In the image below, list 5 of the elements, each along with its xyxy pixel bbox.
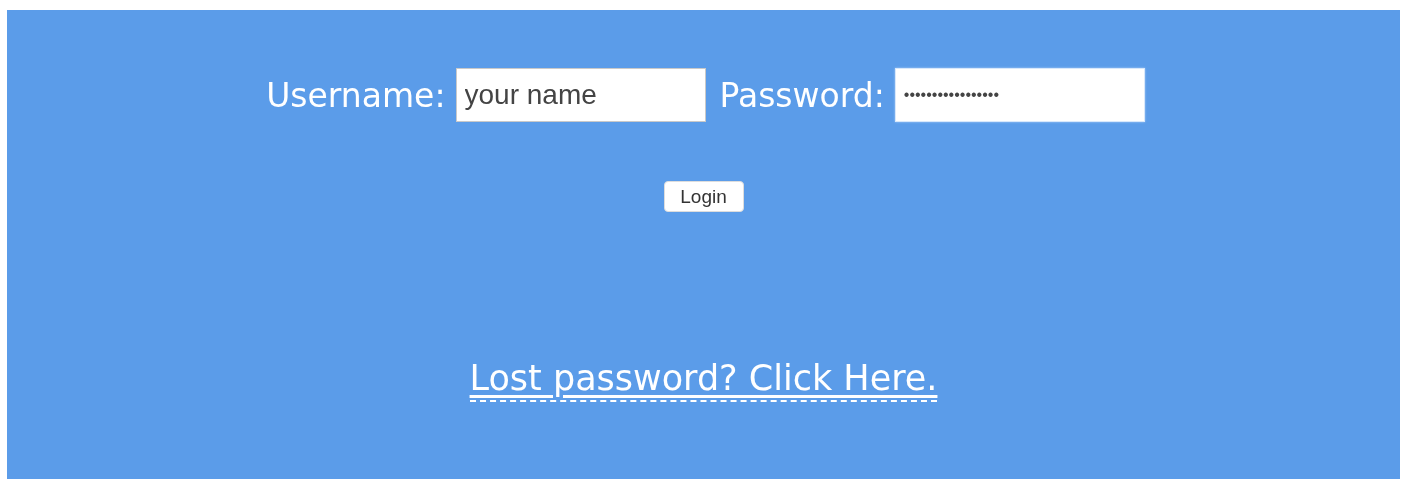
- login-button[interactable]: Login: [663, 181, 744, 212]
- password-field[interactable]: •••••••••••••••••: [894, 68, 1145, 122]
- field-label: Password:: [719, 75, 885, 115]
- field-label: Username:: [266, 75, 446, 115]
- username-field[interactable]: your name: [455, 68, 706, 122]
